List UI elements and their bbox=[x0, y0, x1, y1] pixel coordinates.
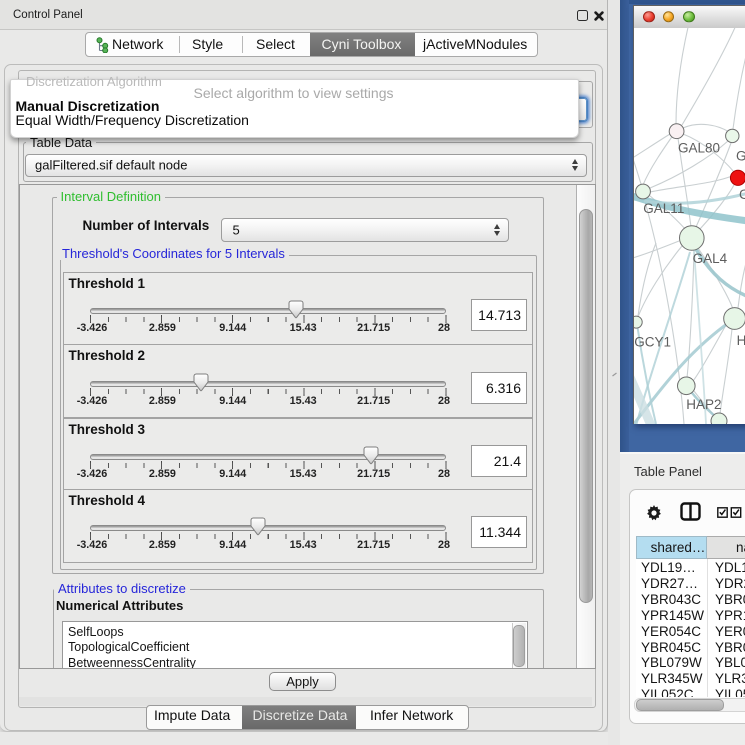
svg-text:GA: GA bbox=[736, 148, 745, 163]
svg-text:GAL11: GAL11 bbox=[643, 201, 684, 216]
svg-text:GCY1: GCY1 bbox=[634, 334, 671, 349]
svg-text:HAP2: HAP2 bbox=[686, 397, 721, 412]
svg-text:C: C bbox=[739, 187, 745, 202]
svg-text:H: H bbox=[736, 333, 745, 348]
svg-text:GAL4: GAL4 bbox=[692, 251, 727, 266]
svg-text:GAL80: GAL80 bbox=[678, 140, 720, 155]
